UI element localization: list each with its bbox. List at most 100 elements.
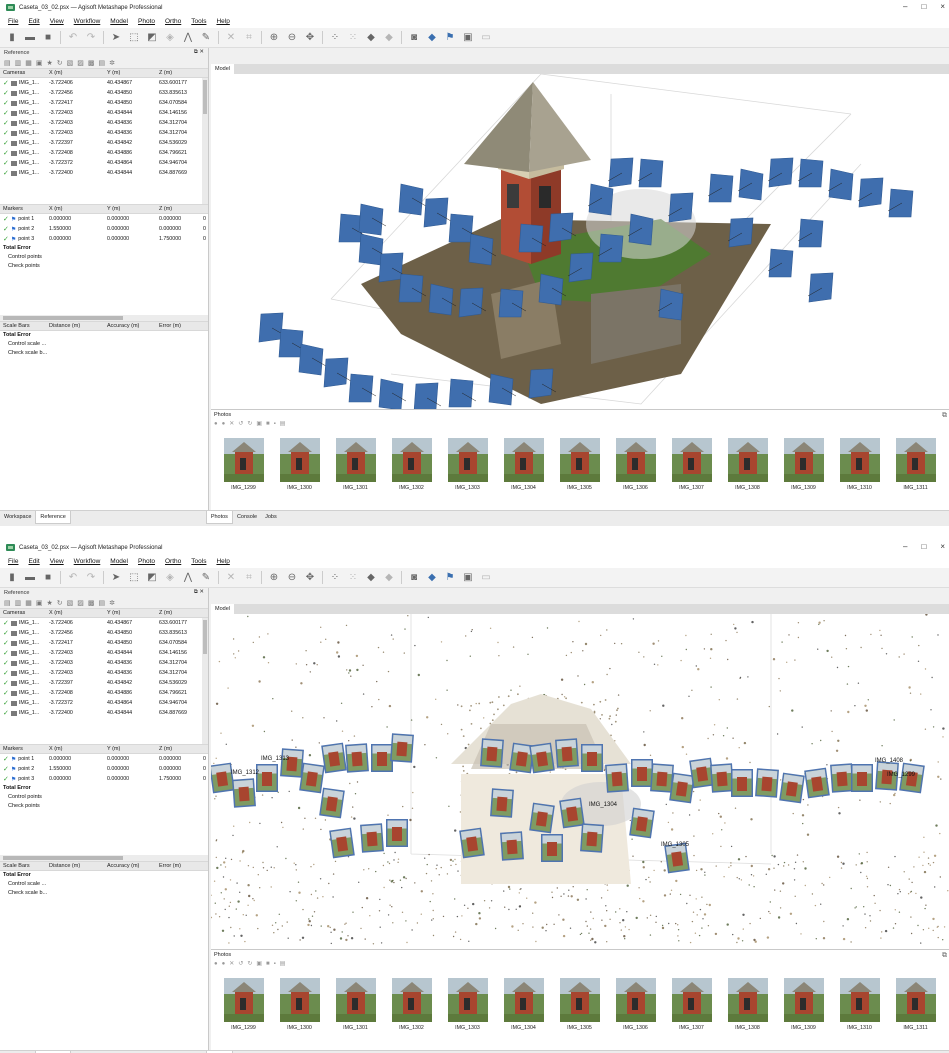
- col-x[interactable]: X (m): [49, 746, 107, 752]
- tab-reference[interactable]: Reference: [35, 511, 71, 524]
- col-cameras[interactable]: Cameras: [3, 70, 49, 76]
- camera-row[interactable]: ✓ IMG_1... -3.722403 40.434836 634.312704: [0, 668, 208, 678]
- float-close-icon[interactable]: ⧉ ✕: [194, 589, 204, 596]
- photo-thumbnail[interactable]: IMG_1302: [387, 978, 436, 1031]
- photo-thumbnail[interactable]: IMG_1303: [443, 438, 492, 491]
- photo-thumbnail[interactable]: IMG_1300: [275, 438, 324, 491]
- gear-icon[interactable]: ✲: [109, 599, 115, 607]
- table-icon[interactable]: ▦: [25, 599, 32, 607]
- menu-edit[interactable]: Edit: [28, 558, 39, 565]
- checkbox-icon[interactable]: ✓: [3, 775, 9, 783]
- dense-model-scene[interactable]: IMG_1408 IMG_1305 IMG_1304 IMG_1299 IMG_1312…: [211, 614, 949, 949]
- rotate-left-icon[interactable]: ↺: [238, 420, 243, 427]
- delete-icon[interactable]: ✕: [225, 572, 237, 584]
- menu-edit[interactable]: Edit: [28, 18, 39, 25]
- col-y[interactable]: Y (m): [107, 746, 159, 752]
- checkbox-icon[interactable]: ✓: [3, 689, 9, 697]
- photo-thumbnail[interactable]: IMG_1307: [667, 978, 716, 1031]
- view-mode-icon[interactable]: ▤: [280, 420, 286, 427]
- camera-row[interactable]: ✓ IMG_1... -3.722403 40.434836 634.312704: [0, 128, 208, 138]
- menu-help[interactable]: Help: [216, 558, 229, 565]
- photo-thumbnail[interactable]: IMG_1310: [835, 438, 884, 491]
- columns-icon[interactable]: ▤: [99, 599, 106, 607]
- camera-row[interactable]: ✓ IMG_1... -3.722403 40.434844 634.146156: [0, 648, 208, 658]
- col-cameras[interactable]: Cameras: [3, 610, 49, 616]
- reset-icon[interactable]: ↻: [57, 599, 63, 607]
- marker-icon[interactable]: ◆: [426, 32, 438, 44]
- col-y[interactable]: Y (m): [107, 610, 159, 616]
- undo-icon[interactable]: ↶: [67, 572, 79, 584]
- col-accuracy[interactable]: Accuracy (m): [107, 323, 159, 329]
- view-estimated-icon[interactable]: ▨: [77, 599, 84, 607]
- camera-row[interactable]: ✓ IMG_1... -3.722400 40.434844 634.887669: [0, 708, 208, 718]
- photo-thumbnail[interactable]: IMG_1311: [891, 438, 940, 491]
- redo-icon[interactable]: ↷: [85, 572, 97, 584]
- menu-ortho[interactable]: Ortho: [165, 18, 181, 25]
- col-distance[interactable]: Distance (m): [49, 863, 107, 869]
- check-points-row[interactable]: Check points: [0, 802, 208, 811]
- export-icon[interactable]: ▥: [15, 59, 22, 67]
- photo-thumbnail[interactable]: IMG_1306: [611, 978, 660, 1031]
- lasso-icon[interactable]: ⋀: [182, 32, 194, 44]
- navigate-icon[interactable]: ◩: [146, 572, 158, 584]
- tab-model[interactable]: Model: [211, 604, 234, 614]
- menu-model[interactable]: Model: [110, 558, 128, 565]
- new-file-icon[interactable]: ▮: [6, 572, 18, 584]
- open-folder-icon[interactable]: ▬: [24, 572, 36, 584]
- remove-icon[interactable]: ✕: [229, 420, 234, 427]
- checkbox-icon[interactable]: ✓: [3, 755, 9, 763]
- menu-tools[interactable]: Tools: [191, 558, 206, 565]
- camera-icon[interactable]: ◙: [408, 572, 420, 584]
- pointer-icon[interactable]: ➤: [110, 572, 122, 584]
- photo-thumbnail[interactable]: IMG_1309: [779, 438, 828, 491]
- checkbox-icon[interactable]: ✓: [3, 215, 9, 223]
- small-thumb-icon[interactable]: ▪: [274, 961, 276, 967]
- checkbox-icon[interactable]: ✓: [3, 709, 9, 717]
- restore-icon[interactable]: ⧉: [942, 412, 947, 420]
- camera-row[interactable]: ✓ IMG_1... -3.722397 40.434842 634.536029: [0, 138, 208, 148]
- checkbox-icon[interactable]: ✓: [3, 679, 9, 687]
- large-thumb-icon[interactable]: ■: [266, 421, 270, 427]
- crop-icon[interactable]: ⌗: [243, 32, 255, 44]
- col-x[interactable]: X (m): [49, 70, 107, 76]
- camera-row[interactable]: ✓ IMG_1... -3.722403 40.434844 634.146156: [0, 108, 208, 118]
- enable-icon[interactable]: ●: [214, 961, 218, 967]
- close-button[interactable]: ×: [940, 2, 945, 11]
- camera-row[interactable]: ✓ IMG_1... -3.722408 40.434886 634.796621: [0, 148, 208, 158]
- photo-thumbnail[interactable]: IMG_1303: [443, 978, 492, 1031]
- camera-row[interactable]: ✓ IMG_1... -3.722417 40.434850 634.070584: [0, 638, 208, 648]
- photo-thumbnail[interactable]: IMG_1301: [331, 978, 380, 1031]
- photo-thumbnail[interactable]: IMG_1308: [723, 438, 772, 491]
- checkbox-icon[interactable]: ✓: [3, 669, 9, 677]
- col-x[interactable]: X (m): [49, 206, 107, 212]
- photo-thumbnail[interactable]: IMG_1300: [275, 978, 324, 1031]
- small-thumb-icon[interactable]: ▪: [274, 421, 276, 427]
- camera-row[interactable]: ✓ IMG_1... -3.722408 40.434886 634.796621: [0, 688, 208, 698]
- photo-thumbnail[interactable]: IMG_1301: [331, 438, 380, 491]
- menu-help[interactable]: Help: [216, 18, 229, 25]
- zoom-in-icon[interactable]: ⊕: [268, 32, 280, 44]
- zoom-out-icon[interactable]: ⊖: [286, 32, 298, 44]
- reset-icon[interactable]: ↻: [57, 59, 63, 67]
- vertical-scrollbar[interactable]: [202, 78, 208, 204]
- enable-icon[interactable]: ●: [214, 421, 218, 427]
- view-errors-icon[interactable]: ▩: [88, 599, 95, 607]
- tab-workspace[interactable]: Workspace: [0, 511, 35, 523]
- menu-workflow[interactable]: Workflow: [74, 18, 101, 25]
- import-icon[interactable]: ▤: [4, 599, 11, 607]
- zoom-out-icon[interactable]: ⊖: [286, 572, 298, 584]
- photo-thumbnail[interactable]: IMG_1310: [835, 978, 884, 1031]
- photo-thumbnail[interactable]: IMG_1307: [667, 438, 716, 491]
- marker-row[interactable]: ✓ ⚑ point 3 0.000000 0.000000 1.750000 0: [0, 234, 208, 244]
- camera-row[interactable]: ✓ IMG_1... -3.722372 40.434864 634.946704: [0, 158, 208, 168]
- checkbox-icon[interactable]: ✓: [3, 619, 9, 627]
- photo-thumbnail[interactable]: IMG_1308: [723, 978, 772, 1031]
- gear-icon[interactable]: ✲: [109, 59, 115, 67]
- photo-thumbnail[interactable]: IMG_1305: [555, 978, 604, 1031]
- photo-thumbnail[interactable]: IMG_1302: [387, 438, 436, 491]
- control-points-row[interactable]: Control points: [0, 793, 208, 802]
- maximize-button[interactable]: □: [921, 542, 926, 551]
- rotate-right-icon[interactable]: ↻: [247, 960, 252, 967]
- view-estimated-icon[interactable]: ▨: [77, 59, 84, 67]
- new-file-icon[interactable]: ▮: [6, 32, 18, 44]
